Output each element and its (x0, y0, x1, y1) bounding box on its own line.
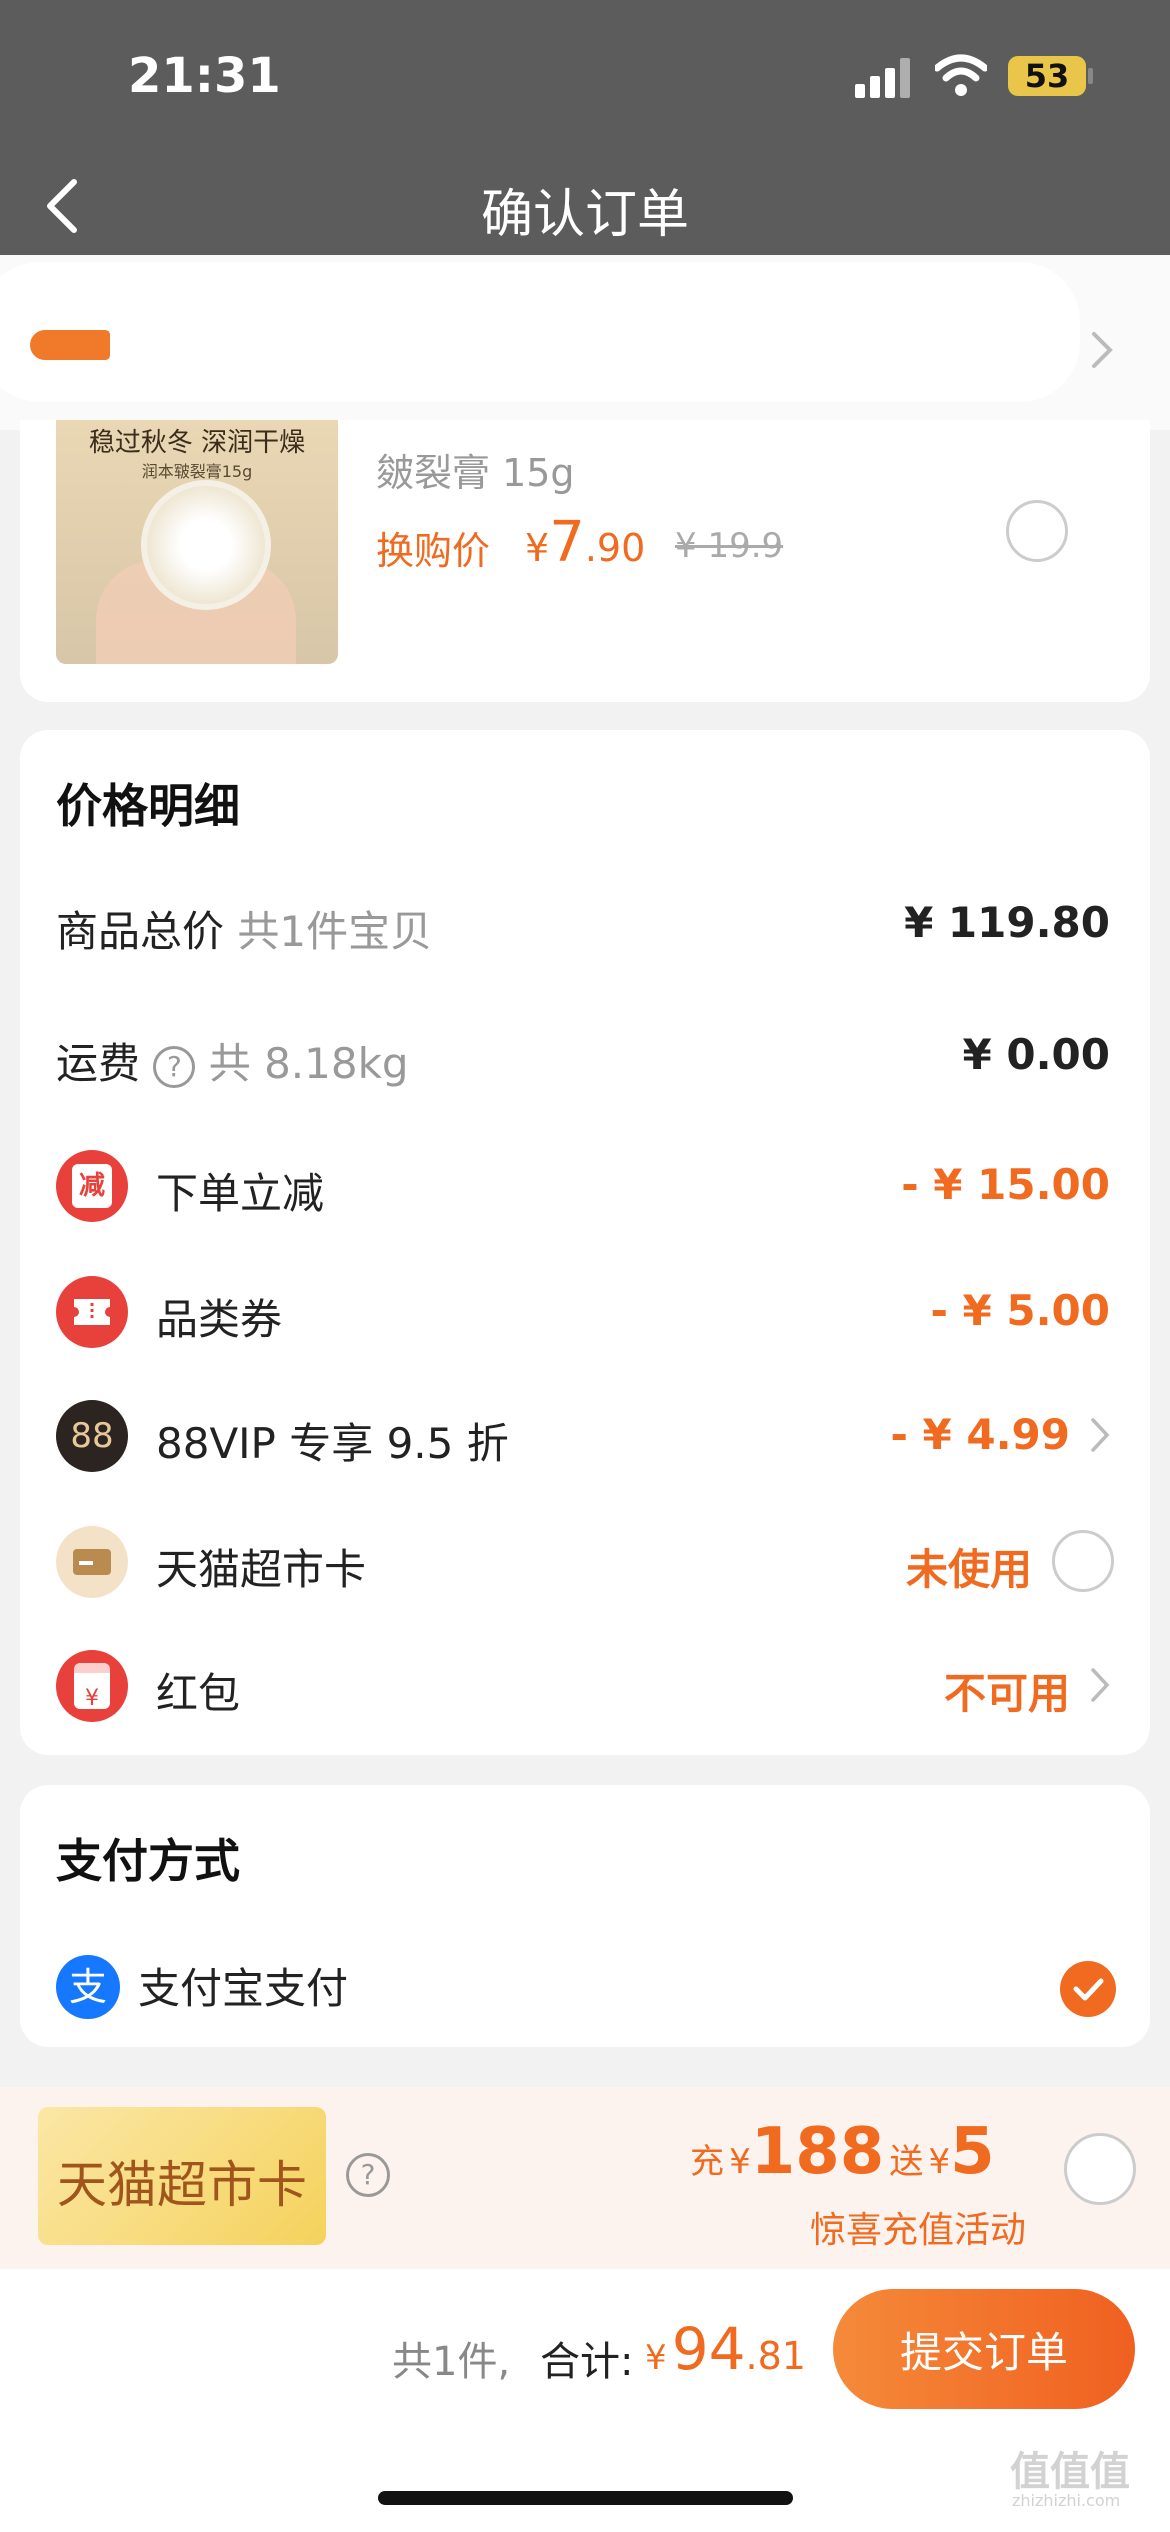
status-time: 21:31 (128, 48, 281, 104)
checkout-footer: 共1件, 合计: ¥ 94.81 提交订单 值值值 zhizhizhi.com (0, 2269, 1170, 2532)
cellular-signal-icon (855, 58, 915, 98)
battery-indicator: 53 (1008, 56, 1086, 96)
recharge-radio[interactable] (1064, 2133, 1136, 2205)
discount-icon-glyph: 减 (72, 1164, 112, 1208)
swap-price-decimal: .90 (584, 526, 646, 570)
product-image[interactable]: 稳过秋冬 深润干燥 润本皲裂膏15g (56, 420, 338, 664)
category-coupon-value: - ¥ 5.00 (930, 1286, 1110, 1335)
vip-discount-value[interactable]: - ¥ 4.99 (890, 1410, 1070, 1459)
market-card-radio[interactable] (1052, 1530, 1114, 1592)
selected-check-icon[interactable] (1060, 1961, 1116, 2017)
goods-total-value: ¥ 119.80 (904, 898, 1110, 947)
ticket-icon (74, 1299, 110, 1325)
charge-label: 充 (690, 2142, 724, 2182)
chevron-right-icon[interactable] (1088, 1666, 1114, 1704)
shop-logo (30, 330, 110, 360)
item-count: 共1件, (392, 2339, 511, 2385)
chevron-right-icon[interactable] (1088, 1416, 1114, 1454)
swap-product-card: 稳过秋冬 深润干燥 润本皲裂膏15g 皴裂膏 15g 换购价 ¥7.90 ¥ 1… (20, 420, 1150, 702)
row-shipping: 运费 ? 共 8.18kg (56, 1030, 409, 1091)
price-detail-card: 价格明细 商品总价 共1件宝贝 ¥ 119.80 运费 ? 共 8.18kg ¥… (20, 730, 1150, 1755)
instant-discount-value: - ¥ 15.00 (901, 1160, 1110, 1209)
total-integer: 94 (671, 2315, 746, 2383)
row-red-packet-label[interactable]: 红包 (156, 1660, 240, 1721)
watermark-url: zhizhizhi.com (1012, 2491, 1121, 2510)
total-currency: ¥ (645, 2338, 667, 2378)
row-goods-total-label: 商品总价 (56, 907, 225, 956)
submit-order-button[interactable]: 提交订单 (833, 2289, 1135, 2409)
home-indicator[interactable] (378, 2491, 793, 2505)
recharge-offer: 充 ¥188 送 ¥5 (690, 2115, 995, 2189)
gift-label: 送 (889, 2142, 924, 2182)
row-goods-total: 商品总价 共1件宝贝 (56, 898, 432, 959)
total-label: 合计: (540, 2339, 634, 2385)
vip88-icon-glyph: 88 (70, 1416, 114, 1456)
gift-currency: ¥ (928, 2142, 951, 2182)
product-image-title: 稳过秋冬 深润干燥 (88, 428, 306, 458)
wifi-icon (935, 54, 987, 96)
card-icon-glyph (73, 1549, 111, 1575)
payment-title: 支付方式 (56, 1834, 240, 1888)
recharge-promo-bar: 天猫超市卡 ? 充 ¥188 送 ¥5 惊喜充值活动 (0, 2087, 1170, 2269)
vip88-icon: 88 (56, 1400, 128, 1472)
shipping-value: ¥ 0.00 (962, 1030, 1110, 1079)
coupon-icon (56, 1276, 128, 1348)
market-card-status: 未使用 (905, 1545, 1032, 1594)
market-card-banner[interactable]: 天猫超市卡 (38, 2107, 326, 2245)
watermark: 值值值 (1010, 2449, 1130, 2495)
market-card-banner-label: 天猫超市卡 (57, 2156, 307, 2214)
total-amount: ¥ 94.81 (645, 2315, 806, 2383)
battery-tip (1088, 68, 1093, 84)
product-spec: 皴裂膏 15g (376, 451, 575, 495)
product-image-subtitle: 润本皲裂膏15g (141, 462, 253, 481)
red-packet-icon: ¥ (56, 1650, 128, 1722)
help-icon[interactable]: ? (346, 2153, 390, 2197)
page-title: 确认订单 (480, 185, 689, 245)
gift-amount: 5 (950, 2115, 995, 2189)
alipay-icon: 支 (56, 1955, 120, 2019)
promo-subtitle: 惊喜充值活动 (810, 2210, 1027, 2251)
payment-method-card: 支付方式 支 支付宝支付 (20, 1785, 1150, 2047)
chevron-right-icon[interactable] (1088, 330, 1118, 370)
price-detail-title: 价格明细 (56, 779, 240, 833)
swap-select-radio[interactable] (1006, 500, 1068, 562)
top-bar: 21:31 53 确认订单 (0, 0, 1170, 272)
help-icon[interactable]: ? (153, 1045, 196, 1088)
row-category-coupon-label: 品类券 (156, 1295, 283, 1344)
row-market-card-label: 天猫超市卡 (156, 1545, 367, 1594)
row-goods-total-hint: 共1件宝贝 (237, 907, 433, 956)
swap-price-label: 换购价 (376, 529, 491, 573)
original-price: ¥ 19.9 (675, 526, 784, 566)
row-vip-discount-label[interactable]: 88VIP 专享 9.5 折 (156, 1410, 509, 1471)
jar-graphic (141, 480, 271, 610)
swap-price-currency: ¥ (525, 526, 550, 570)
row-instant-discount-label: 下单立减 (156, 1169, 325, 1218)
total-decimal: .81 (745, 2334, 806, 2378)
red-packet-status[interactable]: 不可用 (944, 1660, 1070, 1721)
card-icon (56, 1526, 128, 1598)
row-shipping-hint: 共 8.18kg (208, 1039, 409, 1088)
row-shipping-label: 运费 (56, 1039, 141, 1088)
swap-price: ¥7.90 (525, 510, 645, 575)
redaction-mark (0, 262, 1080, 402)
red-packet-icon-glyph: ¥ (74, 1663, 110, 1711)
charge-currency: ¥ (729, 2142, 751, 2182)
discount-icon: 减 (56, 1150, 128, 1222)
payment-method-label[interactable]: 支付宝支付 (138, 1955, 348, 2016)
swap-price-integer: 7 (549, 510, 585, 575)
charge-amount: 188 (750, 2115, 885, 2189)
